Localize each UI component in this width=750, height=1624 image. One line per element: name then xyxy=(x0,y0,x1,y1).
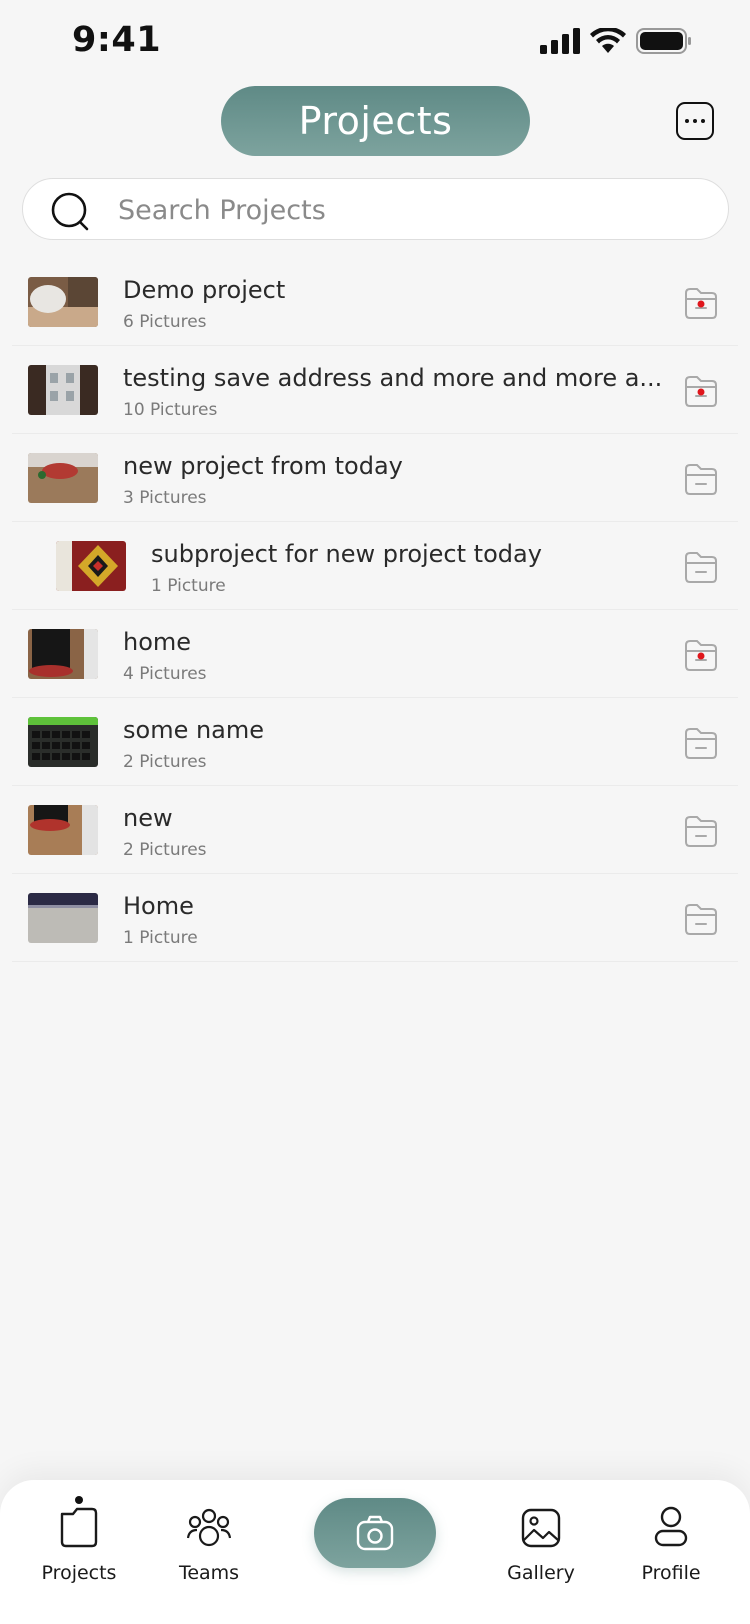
project-name: Demo project xyxy=(123,276,286,304)
bottom-tab-bar: Projects Teams Gallery Profile xyxy=(0,1480,750,1624)
project-picture-count: 1 Picture xyxy=(151,576,226,596)
tab-projects-label: Projects xyxy=(41,1562,117,1584)
project-row[interactable]: testing save address and more and more a… xyxy=(12,346,738,434)
project-list: Demo project 6 Pictures testing save add… xyxy=(12,258,738,962)
project-picture-count: 4 Pictures xyxy=(123,664,207,684)
project-name: new project from today xyxy=(123,452,403,480)
teams-icon xyxy=(187,1508,231,1547)
status-time: 9:41 xyxy=(72,20,162,60)
project-thumbnail xyxy=(28,629,98,679)
project-row[interactable]: new project from today 3 Pictures xyxy=(12,434,738,522)
more-options-button[interactable] xyxy=(676,102,714,140)
signal-icon xyxy=(540,28,580,54)
project-picture-count: 10 Pictures xyxy=(123,400,218,420)
folder-icon[interactable] xyxy=(682,900,720,938)
project-picture-count: 2 Pictures xyxy=(123,752,207,772)
folder-notification-icon[interactable] xyxy=(682,636,720,674)
project-row[interactable]: some name 2 Pictures xyxy=(12,698,738,786)
project-row[interactable]: Home 1 Picture xyxy=(12,874,738,962)
project-thumbnail xyxy=(28,453,98,503)
folder-icon[interactable] xyxy=(682,812,720,850)
camera-icon xyxy=(356,1515,394,1551)
folder-icon[interactable] xyxy=(682,460,720,498)
project-thumbnail xyxy=(56,541,126,591)
project-name: new xyxy=(123,804,173,832)
tab-profile[interactable]: Profile xyxy=(611,1498,731,1584)
tab-teams[interactable]: Teams xyxy=(149,1498,269,1584)
project-name: subproject for new project today xyxy=(151,540,542,568)
camera-button[interactable] xyxy=(314,1498,436,1568)
tab-profile-label: Profile xyxy=(641,1562,701,1584)
project-row[interactable]: home 4 Pictures xyxy=(12,610,738,698)
project-thumbnail xyxy=(28,277,98,327)
more-dot-icon xyxy=(685,119,689,123)
project-row[interactable]: Demo project 6 Pictures xyxy=(12,258,738,346)
project-name: testing save address and more and more a… xyxy=(123,364,663,392)
search-bar xyxy=(22,178,729,240)
more-dot-icon xyxy=(693,119,697,123)
tab-gallery-label: Gallery xyxy=(507,1562,575,1584)
project-thumbnail xyxy=(28,893,98,943)
tab-teams-label: Teams xyxy=(178,1562,240,1584)
projects-screen: 9:41 Projects Search Projects Demo proje… xyxy=(0,0,750,1624)
project-thumbnail xyxy=(28,717,98,767)
battery-icon xyxy=(636,28,691,54)
folder-notification-icon[interactable] xyxy=(682,284,720,322)
folder-icon[interactable] xyxy=(682,548,720,586)
project-name: some name xyxy=(123,716,265,744)
more-dot-icon xyxy=(701,119,705,123)
search-icon xyxy=(51,192,89,231)
subproject-row[interactable]: subproject for new project today 1 Pictu… xyxy=(12,522,738,610)
project-thumbnail xyxy=(28,805,98,855)
project-picture-count: 6 Pictures xyxy=(123,312,207,332)
folder-notification-icon[interactable] xyxy=(682,372,720,410)
page-title: Projects xyxy=(221,86,530,156)
gallery-icon xyxy=(521,1508,561,1548)
project-row[interactable]: new 2 Pictures xyxy=(12,786,738,874)
status-icons xyxy=(540,28,692,54)
active-tab-indicator xyxy=(75,1496,83,1504)
profile-icon xyxy=(654,1506,688,1547)
project-name: Home xyxy=(123,892,194,920)
project-picture-count: 2 Pictures xyxy=(123,840,207,860)
wifi-icon xyxy=(590,28,626,53)
project-picture-count: 3 Pictures xyxy=(123,488,207,508)
search-input[interactable] xyxy=(118,189,698,231)
project-name: home xyxy=(123,628,192,656)
status-bar: 9:41 xyxy=(0,0,750,84)
tab-projects[interactable]: Projects xyxy=(19,1496,139,1584)
folder-icon[interactable] xyxy=(682,724,720,762)
project-thumbnail xyxy=(28,365,98,415)
project-picture-count: 1 Picture xyxy=(123,928,198,948)
projects-folder-icon xyxy=(60,1507,98,1548)
tab-gallery[interactable]: Gallery xyxy=(481,1498,601,1584)
